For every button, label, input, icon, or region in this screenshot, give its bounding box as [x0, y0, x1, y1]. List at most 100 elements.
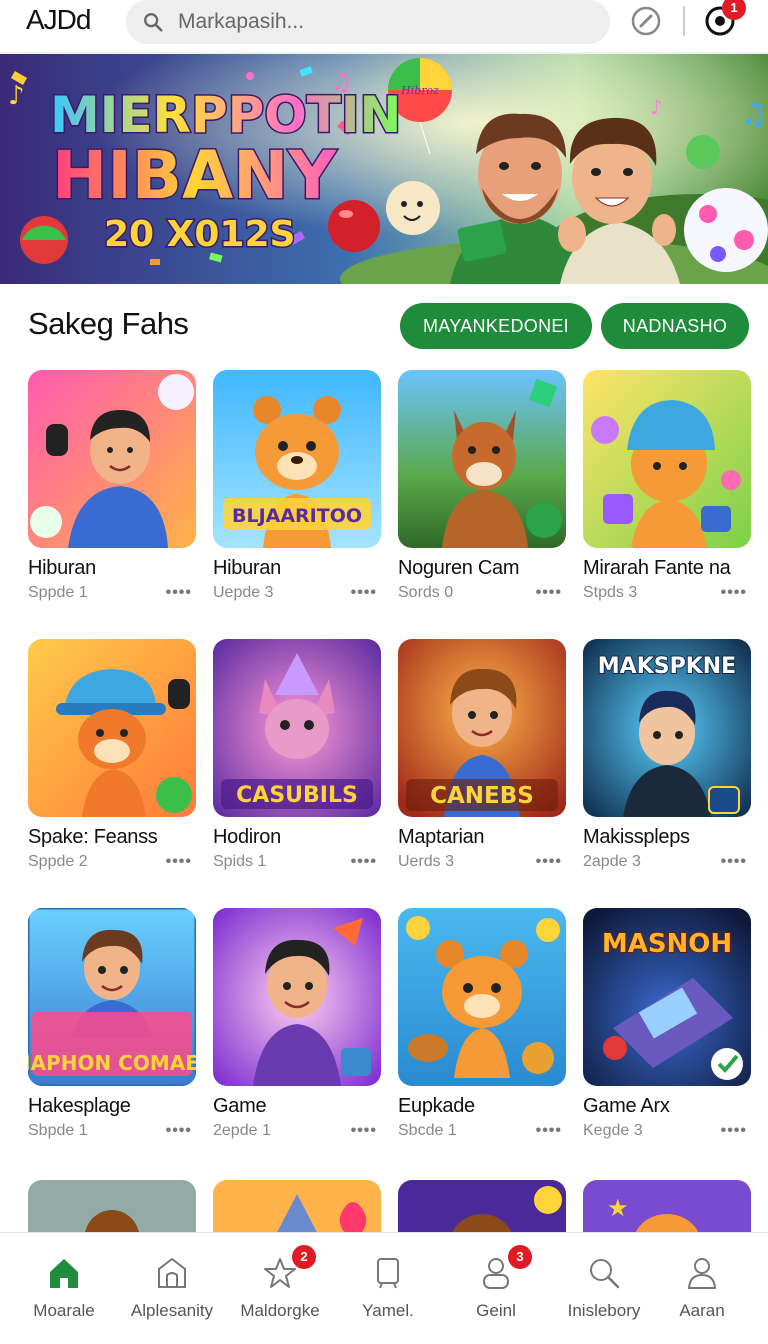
filter-chip-primary[interactable]: MAYANKEDONEI: [400, 303, 592, 349]
section-title: Sakeg Fahs: [28, 306, 189, 341]
game-title: Hodiron: [213, 826, 281, 848]
game-card[interactable]: Spake: Feanss Sppde 2 ••••: [28, 639, 196, 870]
game-title: Mirarah Fante na: [583, 557, 731, 579]
nav-item-people[interactable]: 3 Geinl: [442, 1233, 550, 1344]
game-subtitle: Uepde 3: [213, 584, 274, 601]
more-options-icon[interactable]: ••••: [166, 853, 192, 871]
game-thumbnail[interactable]: [398, 370, 566, 548]
game-card[interactable]: Game 2epde 1 ••••: [213, 908, 381, 1139]
game-thumbnail[interactable]: BLJAARITOO: [213, 370, 381, 548]
promo-banner[interactable]: ♪ ♫ ♫ ♪ Hibroz MIERPPOTIN HIBANY 20 X012…: [0, 54, 768, 284]
profile-icon: [687, 1258, 717, 1289]
game-title: Hiburan: [28, 557, 96, 579]
game-subtitle: Sords 0: [398, 584, 454, 601]
more-options-icon[interactable]: ••••: [166, 1122, 192, 1140]
game-thumbnail[interactable]: [28, 370, 196, 548]
game-title: Hakesplage: [28, 1095, 131, 1117]
more-options-icon[interactable]: ••••: [536, 853, 562, 871]
bottom-navigation: Moarale Alplesanity 2 Maldorgke Yamel. 3…: [0, 1232, 768, 1344]
more-options-icon[interactable]: ••••: [721, 584, 747, 602]
more-options-icon[interactable]: ••••: [351, 853, 377, 871]
more-options-icon[interactable]: ••••: [351, 584, 377, 602]
top-app-bar: AJDd 1: [0, 0, 768, 52]
game-subtitle: Stpds 3: [583, 584, 638, 601]
nav-item-profile[interactable]: Aaran: [648, 1233, 756, 1344]
more-options-icon[interactable]: ••••: [536, 584, 562, 602]
game-card[interactable]: Eupkade Sbcde 1 ••••: [398, 908, 566, 1139]
game-thumbnail[interactable]: CASUBILS: [213, 639, 381, 817]
thumbnail-art-text: MASNOH: [602, 929, 732, 959]
banner-balloon-text: Hibroz: [400, 84, 439, 97]
more-options-icon[interactable]: ••••: [351, 1122, 377, 1140]
game-subtitle: 2apde 3: [583, 853, 641, 870]
search-input[interactable]: [178, 0, 598, 44]
game-thumbnail[interactable]: [583, 370, 751, 548]
game-thumbnail[interactable]: MASNOH: [583, 908, 751, 1086]
nav-badge: 2: [292, 1245, 316, 1269]
game-title: Makisspleps: [583, 826, 690, 848]
nav-item-search[interactable]: Inislebory: [550, 1233, 658, 1344]
game-card[interactable]: BLJAARITOO Hiburan Uepde 3 ••••: [213, 370, 381, 601]
game-title: Hiburan: [213, 557, 281, 579]
game-thumbnail[interactable]: [213, 908, 381, 1086]
toolbar-divider: [683, 6, 685, 36]
game-thumbnail[interactable]: [398, 908, 566, 1086]
svg-text:♫: ♫: [740, 97, 767, 132]
game-subtitle: Sppde 1: [28, 584, 88, 601]
game-card[interactable]: Mirarah Fante na Stpds 3 ••••: [583, 370, 751, 601]
game-subtitle: Sppde 2: [28, 853, 88, 870]
svg-text:♪: ♪: [8, 81, 25, 111]
game-title: Game Arx: [583, 1095, 670, 1117]
thumbnail-art-text: BLJAARITOO: [232, 505, 362, 527]
banner-title-line2: HIBANY: [52, 137, 337, 214]
game-subtitle: Sbcde 1: [398, 1122, 457, 1139]
more-options-icon[interactable]: ••••: [721, 853, 747, 871]
game-thumbnail[interactable]: MAPHON COMAES: [28, 908, 196, 1086]
game-subtitle: Kegde 3: [583, 1122, 643, 1139]
game-title: Eupkade: [398, 1095, 475, 1117]
banner-title-line3: 20 X012S: [104, 214, 295, 255]
nav-label: Aaran: [679, 1301, 725, 1320]
game-title: Spake: Feanss: [28, 826, 158, 848]
notification-badge: 1: [722, 0, 746, 20]
thumbnail-art-text: CANEBS: [430, 783, 534, 809]
game-card[interactable]: MAKSPKNE Makisspleps 2apde 3 ••••: [583, 639, 751, 870]
game-subtitle: 2epde 1: [213, 1122, 271, 1139]
search-bar[interactable]: [126, 0, 610, 44]
nav-badge: 3: [508, 1245, 532, 1269]
game-card[interactable]: CASUBILS Hodiron Spids 1 ••••: [213, 639, 381, 870]
svg-text:★: ★: [607, 1194, 629, 1222]
nav-item-device[interactable]: Yamel.: [334, 1233, 442, 1344]
game-subtitle: Uerds 3: [398, 853, 455, 870]
game-title: Noguren Cam: [398, 557, 520, 579]
filter-chip-secondary[interactable]: NADNASHO: [601, 303, 749, 349]
game-card[interactable]: Hiburan Sppde 1 ••••: [28, 370, 196, 601]
game-thumbnail[interactable]: CANEBS: [398, 639, 566, 817]
svg-text:♪: ♪: [650, 95, 663, 119]
banner-title-line1: MIERPPOTIN: [50, 86, 401, 144]
game-subtitle: Spids 1: [213, 853, 267, 870]
game-thumbnail[interactable]: [28, 639, 196, 817]
thumbnail-art-text: MAPHON COMAES: [28, 1051, 196, 1075]
more-options-icon[interactable]: ••••: [721, 1122, 747, 1140]
device-icon: [377, 1258, 399, 1289]
search-icon: [590, 1259, 620, 1289]
compass-icon[interactable]: [630, 5, 662, 37]
game-card[interactable]: MAPHON COMAES Hakesplage Sbpde 1 ••••: [28, 908, 196, 1139]
game-card[interactable]: MASNOH Game Arx Kegde 3 ••••: [583, 908, 751, 1139]
game-subtitle: Sbpde 1: [28, 1122, 88, 1139]
more-options-icon[interactable]: ••••: [536, 1122, 562, 1140]
game-thumbnail[interactable]: MAKSPKNE: [583, 639, 751, 817]
app-logo[interactable]: AJDd: [26, 4, 91, 36]
game-card[interactable]: CANEBS Maptarian Uerds 3 ••••: [398, 639, 566, 870]
game-title: Maptarian: [398, 826, 485, 848]
nav-item-store[interactable]: Alplesanity: [118, 1233, 226, 1344]
nav-item-favorites[interactable]: 2 Maldorgke: [226, 1233, 334, 1344]
store-icon: [158, 1257, 186, 1288]
more-options-icon[interactable]: ••••: [166, 584, 192, 602]
game-card[interactable]: Noguren Cam Sords 0 ••••: [398, 370, 566, 601]
game-title: Game: [213, 1095, 267, 1117]
home-icon: [50, 1259, 78, 1288]
nav-item-home[interactable]: Moarale: [10, 1233, 118, 1344]
search-icon: [144, 13, 163, 32]
